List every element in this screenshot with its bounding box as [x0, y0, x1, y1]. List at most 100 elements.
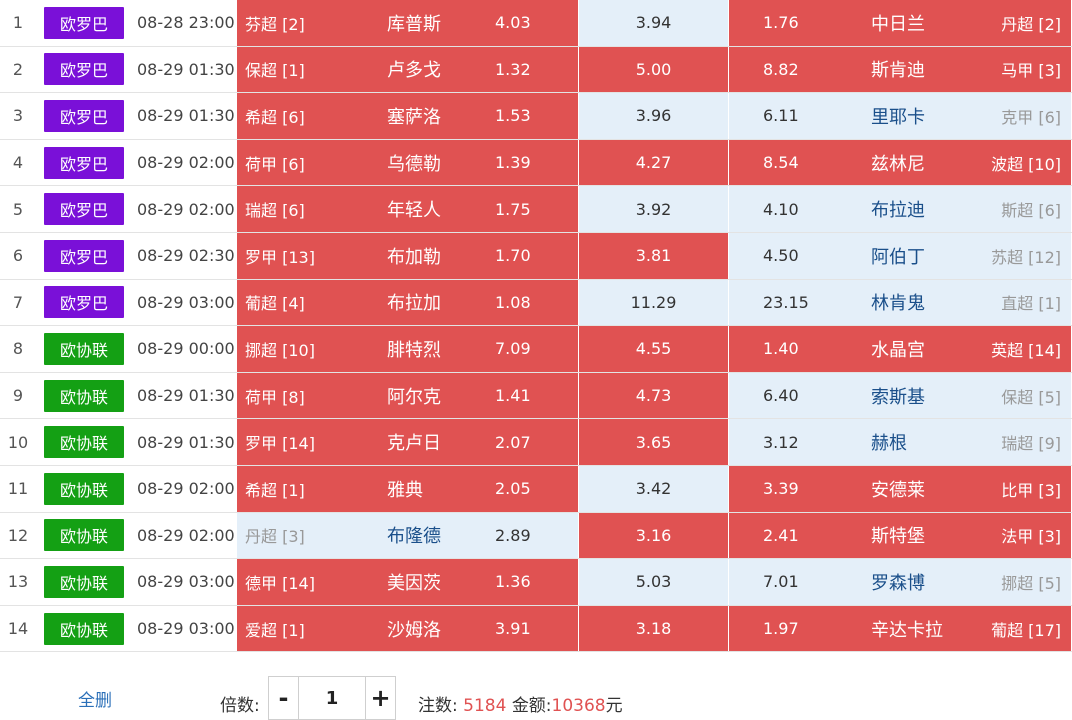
away-win-option[interactable]: 6.40 索斯基 保超 [5] — [729, 372, 1071, 419]
increase-button[interactable]: + — [365, 677, 395, 719]
home-win-option[interactable]: 罗甲 [14] 克卢日 2.07 — [237, 419, 578, 465]
draw-option[interactable]: 3.18 — [579, 605, 728, 652]
draw-option[interactable]: 4.27 — [579, 139, 728, 186]
home-win-option[interactable]: 希超 [6] 塞萨洛 1.53 — [237, 93, 578, 139]
draw-odds: 3.42 — [635, 479, 672, 499]
away-win-option[interactable]: 1.76 中日兰 丹超 [2] — [729, 0, 1071, 46]
competition-badge: 欧协联 — [44, 426, 124, 459]
home-win-odds: 7.09 — [495, 339, 531, 359]
away-win-option[interactable]: 3.39 安德莱 比甲 [3] — [729, 465, 1071, 512]
match-time: 08-29 00:00 — [137, 339, 235, 359]
competition-cell: 欧罗巴 — [44, 47, 126, 93]
away-team-name: 中日兰 — [871, 13, 925, 35]
away-team-name: 赫根 — [871, 433, 907, 455]
competition-badge: 欧协联 — [44, 612, 124, 645]
away-team-name: 安德莱 — [871, 479, 925, 501]
away-league-rank: 克甲 [6] — [1001, 107, 1061, 127]
match-time: 08-29 02:00 — [137, 479, 235, 499]
match-index: 1 — [12, 13, 24, 33]
home-win-option[interactable]: 丹超 [3] 布隆德 2.89 — [237, 512, 578, 559]
match-index: 11 — [7, 479, 29, 499]
away-win-option[interactable]: 4.50 阿伯丁 苏超 [12] — [729, 232, 1071, 279]
away-win-odds: 7.01 — [763, 572, 799, 592]
competition-badge: 欧罗巴 — [44, 239, 124, 272]
draw-option[interactable]: 5.03 — [579, 559, 728, 605]
draw-option[interactable]: 3.92 — [579, 186, 728, 232]
away-win-odds: 6.40 — [763, 386, 799, 406]
draw-option[interactable]: 4.73 — [579, 372, 728, 419]
away-win-option[interactable]: 4.10 布拉迪 斯超 [6] — [729, 186, 1071, 232]
clear-all-button[interactable]: 全删 — [78, 686, 112, 711]
home-league-rank: 荷甲 [8] — [245, 387, 305, 407]
draw-odds: 3.92 — [635, 199, 672, 219]
home-win-option[interactable]: 荷甲 [6] 乌德勒 1.39 — [237, 139, 578, 186]
draw-option[interactable]: 3.96 — [579, 93, 728, 139]
draw-odds: 4.73 — [635, 386, 672, 406]
competition-cell: 欧罗巴 — [44, 93, 126, 139]
draw-odds: 3.81 — [635, 246, 672, 266]
match-time: 08-29 02:00 — [137, 199, 235, 219]
competition-cell: 欧协联 — [44, 606, 126, 652]
competition-cell: 欧协联 — [44, 419, 126, 465]
away-league-rank: 波超 [10] — [991, 154, 1061, 174]
away-win-odds: 3.39 — [763, 479, 799, 499]
away-win-option[interactable]: 7.01 罗森博 挪超 [5] — [729, 559, 1071, 605]
draw-option[interactable]: 3.42 — [579, 465, 728, 512]
home-league-rank: 希超 [6] — [245, 107, 305, 127]
competition-cell: 欧罗巴 — [44, 280, 126, 326]
away-win-option[interactable]: 2.41 斯特堡 法甲 [3] — [729, 512, 1071, 559]
draw-option[interactable]: 11.29 — [579, 279, 728, 326]
draw-option[interactable]: 3.94 — [579, 0, 728, 46]
home-win-option[interactable]: 芬超 [2] 库普斯 4.03 — [237, 0, 578, 46]
away-league-rank: 比甲 [3] — [1001, 480, 1061, 500]
away-win-option[interactable]: 1.97 辛达卡拉 葡超 [17] — [729, 605, 1071, 652]
match-index: 4 — [12, 153, 24, 173]
away-win-option[interactable]: 8.54 兹林尼 波超 [10] — [729, 139, 1071, 186]
draw-option[interactable]: 5.00 — [579, 46, 728, 93]
draw-option[interactable]: 3.81 — [579, 232, 728, 279]
home-win-option[interactable]: 葡超 [4] 布拉加 1.08 — [237, 279, 578, 326]
match-time: 08-29 01:30 — [137, 386, 235, 406]
home-team-name: 卢多戈 — [387, 60, 441, 82]
home-win-odds: 4.03 — [495, 13, 531, 33]
competition-badge: 欧协联 — [44, 519, 124, 552]
home-win-option[interactable]: 德甲 [14] 美因茨 1.36 — [237, 559, 578, 605]
amount-unit: 元 — [605, 696, 623, 716]
home-win-odds: 1.53 — [495, 106, 531, 126]
home-league-rank: 荷甲 [6] — [245, 154, 305, 174]
match-row: 6 欧罗巴 08-29 02:30 罗甲 [13] 布加勒 1.70 3.81 4.50 阿伯丁… — [0, 232, 1072, 280]
match-time: 08-29 02:00 — [137, 525, 235, 545]
match-index: 7 — [12, 292, 24, 312]
draw-option[interactable]: 3.16 — [579, 512, 728, 559]
match-time: 08-28 23:00 — [137, 13, 235, 33]
draw-odds: 3.94 — [635, 13, 672, 33]
away-win-odds: 1.97 — [763, 619, 799, 639]
home-win-option[interactable]: 荷甲 [8] 阿尔克 1.41 — [237, 372, 578, 419]
multiplier-input[interactable] — [299, 677, 365, 719]
away-win-option[interactable]: 8.82 斯肯迪 马甲 [3] — [729, 46, 1071, 93]
competition-badge: 欧罗巴 — [44, 53, 124, 86]
home-win-option[interactable]: 希超 [1] 雅典 2.05 — [237, 465, 578, 512]
multiplier-stepper: - + — [268, 676, 396, 720]
match-row: 3 欧罗巴 08-29 01:30 希超 [6] 塞萨洛 1.53 3.96 6.11 里耶卡 克… — [0, 93, 1072, 140]
match-row: 10 欧协联 08-29 01:30 罗甲 [14] 克卢日 2.07 3.65 3.12 赫根… — [0, 419, 1072, 466]
competition-cell: 欧协联 — [44, 326, 126, 372]
draw-option[interactable]: 4.55 — [579, 326, 728, 372]
competition-badge: 欧罗巴 — [44, 146, 124, 179]
match-time: 08-29 01:30 — [137, 432, 235, 452]
away-team-name: 斯肯迪 — [871, 60, 925, 82]
away-win-option[interactable]: 3.12 赫根 瑞超 [9] — [729, 419, 1071, 465]
match-index: 3 — [12, 106, 24, 126]
away-win-odds: 4.50 — [763, 246, 799, 266]
decrease-button[interactable]: - — [269, 677, 299, 719]
home-win-option[interactable]: 挪超 [10] 腓特烈 7.09 — [237, 326, 578, 372]
home-win-option[interactable]: 爱超 [1] 沙姆洛 3.91 — [237, 605, 578, 652]
home-win-option[interactable]: 罗甲 [13] 布加勒 1.70 — [237, 232, 578, 279]
competition-badge: 欧罗巴 — [44, 193, 124, 226]
home-win-option[interactable]: 瑞超 [6] 年轻人 1.75 — [237, 186, 578, 232]
draw-option[interactable]: 3.65 — [579, 419, 728, 465]
away-win-option[interactable]: 1.40 水晶宫 英超 [14] — [729, 326, 1071, 372]
away-win-option[interactable]: 6.11 里耶卡 克甲 [6] — [729, 93, 1071, 139]
away-win-option[interactable]: 23.15 林肯鬼 直超 [1] — [729, 279, 1071, 326]
home-win-option[interactable]: 保超 [1] 卢多戈 1.32 — [237, 46, 578, 93]
